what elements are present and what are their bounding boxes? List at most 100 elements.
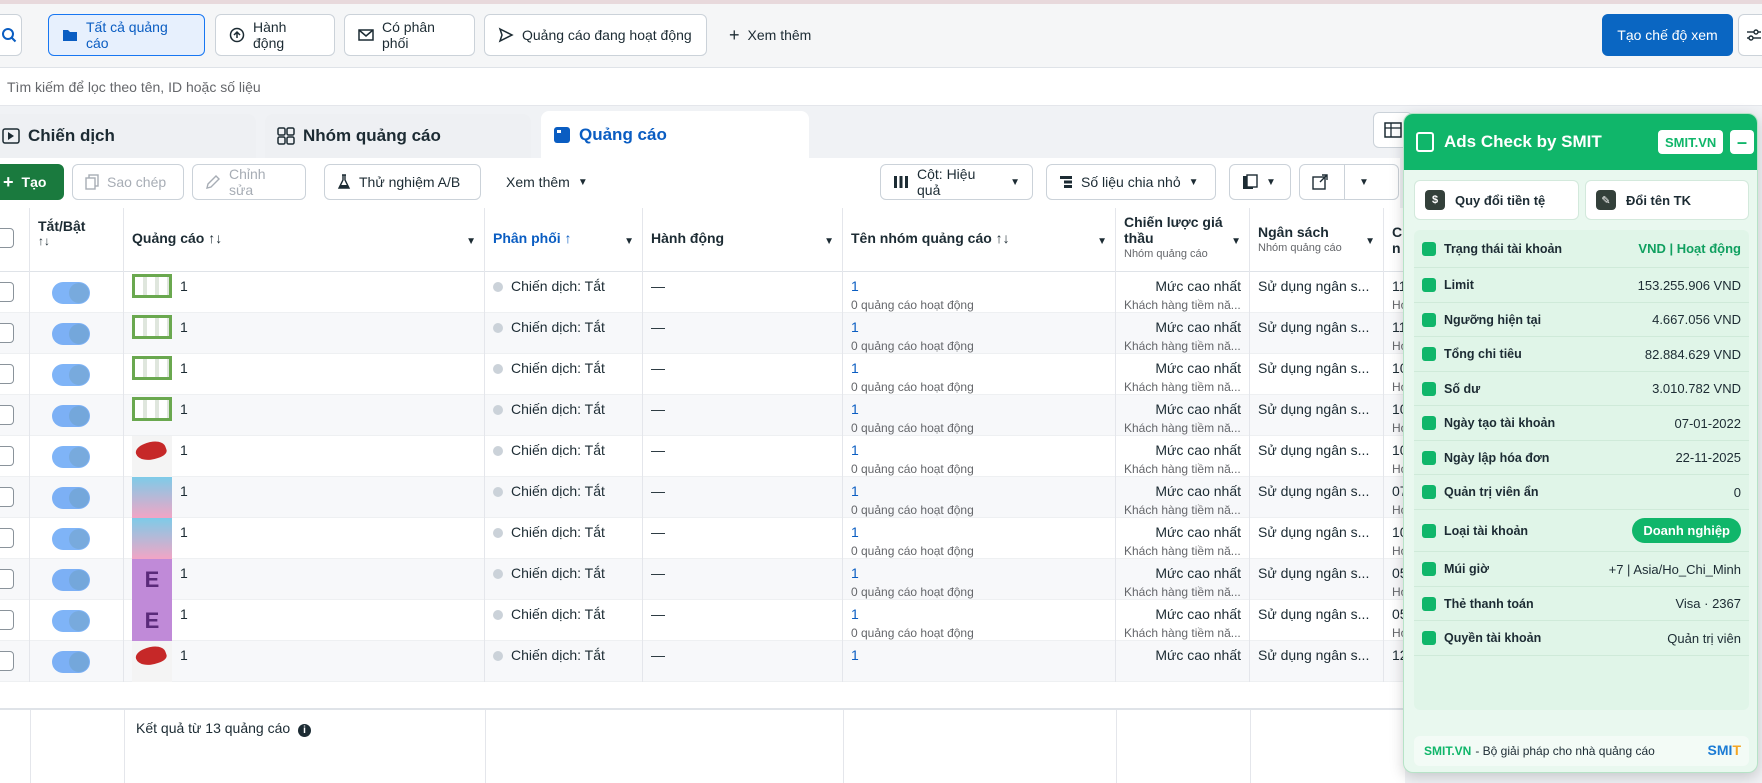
adset-link[interactable]: 1 bbox=[851, 524, 1107, 540]
ad-name-cell[interactable]: E1 bbox=[124, 600, 485, 641]
table-row[interactable]: E 1 Chiến dịch: Tắt —1 0 quảng cáo hoạt động… bbox=[0, 600, 1405, 641]
row-checkbox[interactable] bbox=[0, 446, 14, 466]
ad-name-cell[interactable]: 1 bbox=[124, 518, 485, 559]
reports-dropdown[interactable]: ▼ bbox=[1229, 164, 1291, 200]
filter-actions-label: Hành động bbox=[253, 19, 287, 51]
table-row[interactable]: 1 Chiến dịch: Tắt — 1 0 quảng cáo hoạt động M… bbox=[0, 272, 1405, 313]
breakdown-dropdown[interactable]: Số liệu chia nhỏ ▼ bbox=[1046, 164, 1216, 200]
table-row[interactable]: 1 Chiến dịch: Tắt — 1 0 quảng cáo hoạt động M… bbox=[0, 518, 1405, 559]
ad-name-cell[interactable]: E1 bbox=[124, 559, 485, 600]
tab-campaigns[interactable]: Chiến dịch bbox=[0, 114, 256, 158]
status-dot bbox=[493, 446, 503, 457]
caret-down-icon[interactable]: ▼ bbox=[1231, 236, 1241, 247]
row-select-cell bbox=[0, 518, 30, 559]
ad-name-cell[interactable]: 1 bbox=[124, 272, 485, 313]
adset-link[interactable]: 1 bbox=[851, 565, 1107, 581]
col-budget[interactable]: Ngân sách Nhóm quảng cáo ▼ bbox=[1250, 208, 1384, 272]
table-row[interactable]: 1 Chiến dịch: Tắt — 1 0 quảng cáo hoạt động M… bbox=[0, 477, 1405, 518]
duplicate-button[interactable]: Sao chép bbox=[72, 164, 184, 200]
create-view-button[interactable]: Tạo chế độ xem bbox=[1602, 14, 1733, 56]
adset-link[interactable]: 1 bbox=[851, 606, 1107, 622]
col-bid-strategy[interactable]: Chiến lược giá thầu Nhóm quảng cáo ▼ bbox=[1116, 208, 1250, 272]
adset-link[interactable]: 1 bbox=[851, 401, 1107, 417]
create-button[interactable]: + Tạo bbox=[0, 164, 64, 200]
ad-name-cell[interactable]: 1 bbox=[124, 641, 485, 682]
search-input[interactable]: Tìm kiếm để lọc theo tên, ID hoặc số liệ… bbox=[0, 68, 1762, 106]
row-toggle-cell bbox=[30, 600, 124, 641]
adset-link[interactable]: 1 bbox=[851, 319, 1107, 335]
table-row[interactable]: 1 Chiến dịch: Tắt — 1 0 quảng cáo hoạt động M… bbox=[0, 354, 1405, 395]
row-checkbox[interactable] bbox=[0, 405, 14, 425]
ad-toggle[interactable] bbox=[52, 364, 90, 386]
ad-toggle[interactable] bbox=[52, 282, 90, 304]
columns-dropdown[interactable]: Cột: Hiệu quả ▼ bbox=[880, 164, 1033, 200]
col-delivery[interactable]: Phân phối ↑ ▼ bbox=[485, 208, 643, 272]
convert-currency-button[interactable]: $ Quy đổi tiền tệ bbox=[1414, 180, 1579, 220]
filter-active-ads[interactable]: Quảng cáo đang hoạt động bbox=[484, 14, 707, 56]
more-menu-button[interactable]: Xem thêm ▼ bbox=[494, 164, 604, 200]
adset-link[interactable]: 1 bbox=[851, 360, 1107, 376]
col-ad-name[interactable]: Quảng cáo ↑↓ ▼ bbox=[124, 208, 485, 272]
select-all-checkbox[interactable] bbox=[0, 228, 14, 248]
ad-name-cell[interactable]: 1 bbox=[124, 477, 485, 518]
export-button[interactable]: ▼ bbox=[1299, 164, 1399, 200]
caret-down-icon[interactable]: ▼ bbox=[1097, 236, 1107, 247]
row-checkbox[interactable] bbox=[0, 528, 14, 548]
ad-toggle[interactable] bbox=[52, 323, 90, 345]
col-adset-name[interactable]: Tên nhóm quảng cáo ↑↓ ▼ bbox=[843, 208, 1116, 272]
ad-toggle[interactable] bbox=[52, 487, 90, 509]
ad-toggle[interactable] bbox=[52, 446, 90, 468]
table-row[interactable]: E 1 Chiến dịch: Tắt —1 0 quảng cáo hoạt động… bbox=[0, 559, 1405, 600]
caret-down-icon[interactable]: ▼ bbox=[466, 236, 476, 247]
ad-toggle[interactable] bbox=[52, 528, 90, 550]
table-row[interactable]: 1 Chiến dịch: Tắt — 1 0 quảng cáo hoạt động M… bbox=[0, 436, 1405, 477]
adset-link[interactable]: 1 bbox=[851, 483, 1107, 499]
ad-toggle[interactable] bbox=[52, 610, 90, 632]
search-button[interactable] bbox=[0, 14, 22, 56]
ad-toggle[interactable] bbox=[52, 405, 90, 427]
row-checkbox[interactable] bbox=[0, 487, 14, 507]
filter-all-ads[interactable]: Tất cả quảng cáo bbox=[48, 14, 205, 56]
row-checkbox[interactable] bbox=[0, 651, 14, 671]
row-checkbox[interactable] bbox=[0, 610, 14, 630]
caret-down-icon[interactable]: ▼ bbox=[624, 236, 634, 247]
adset-link[interactable]: 1 bbox=[851, 278, 1107, 294]
table-row[interactable]: 1 Chiến dịch: Tắt — 1 0 quảng cáo hoạt động M… bbox=[0, 313, 1405, 354]
table-row[interactable]: 1 Chiến dịch: Tắt — 1 0 quảng cáo hoạt động M… bbox=[0, 395, 1405, 436]
ad-toggle[interactable] bbox=[52, 651, 90, 673]
row-checkbox[interactable] bbox=[0, 569, 14, 589]
ad-name-cell[interactable]: 1 bbox=[124, 313, 485, 354]
caret-down-icon[interactable]: ▼ bbox=[824, 236, 834, 247]
row-checkbox[interactable] bbox=[0, 282, 14, 302]
minimize-button[interactable]: – bbox=[1730, 130, 1754, 154]
info-icon[interactable]: i bbox=[298, 724, 312, 737]
rename-account-button[interactable]: ✎ Đổi tên TK bbox=[1585, 180, 1749, 220]
smit-badge[interactable]: SMIT.VN bbox=[1658, 130, 1724, 154]
adset-link[interactable]: 1 bbox=[851, 442, 1107, 458]
actions-cell: — bbox=[643, 559, 843, 600]
tab-ads[interactable]: Quảng cáo bbox=[541, 111, 809, 158]
ad-name-cell[interactable]: 1 bbox=[124, 395, 485, 436]
ab-test-button[interactable]: Thử nghiệm A/B bbox=[324, 164, 481, 200]
ad-name-cell[interactable]: 1 bbox=[124, 354, 485, 395]
col-toggle[interactable]: Tắt/Bật ↑↓ bbox=[30, 208, 124, 272]
table-row[interactable]: 1 Chiến dịch: Tắt — 1 Mức cao nhất Sử dụng ng… bbox=[0, 641, 1405, 682]
filter-actions[interactable]: Hành động bbox=[215, 14, 335, 56]
col-next[interactable]: C n bbox=[1384, 208, 1405, 272]
row-checkbox[interactable] bbox=[0, 364, 14, 384]
filter-see-more[interactable]: + Xem thêm bbox=[716, 14, 826, 56]
settings-sliders-button[interactable] bbox=[1738, 14, 1762, 56]
row-checkbox[interactable] bbox=[0, 323, 14, 343]
ad-toggle[interactable] bbox=[52, 569, 90, 591]
footer-grid-lines bbox=[485, 710, 486, 783]
caret-down-icon[interactable]: ▼ bbox=[1365, 236, 1375, 247]
ad-name-cell[interactable]: 1 bbox=[124, 436, 485, 477]
col-actions[interactable]: Hành động ▼ bbox=[643, 208, 843, 272]
status-dot bbox=[493, 610, 503, 621]
edit-button[interactable]: Chỉnh sửa bbox=[192, 164, 306, 200]
filter-has-delivery[interactable]: Có phân phối bbox=[344, 14, 475, 56]
send-icon bbox=[498, 27, 514, 43]
tab-adsets[interactable]: Nhóm quảng cáo bbox=[265, 114, 531, 158]
convert-currency-label: Quy đổi tiền tệ bbox=[1455, 192, 1546, 208]
adset-link[interactable]: 1 bbox=[851, 647, 1107, 663]
